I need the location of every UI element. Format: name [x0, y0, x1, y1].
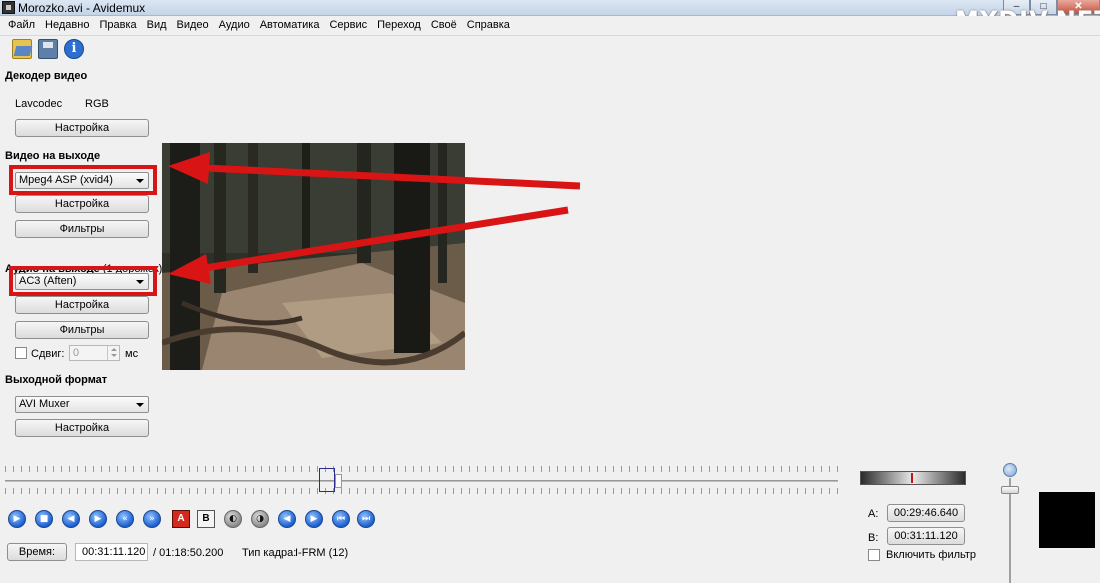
marker-a-button[interactable]: A	[172, 510, 190, 528]
prev-frame-icon: ◀	[67, 514, 75, 524]
current-time-field[interactable]: 00:31:11.120	[75, 543, 148, 561]
frame-type-value: I-FRM (12)	[295, 547, 349, 559]
arrow-audio-line	[204, 206, 569, 272]
prev-keyframe-icon: «	[122, 514, 128, 524]
goto-marker-b-icon: ▶	[310, 514, 318, 524]
timeline-track[interactable]	[5, 480, 838, 482]
goto-marker-a-icon: ◀	[283, 514, 291, 524]
arrow-video-head	[168, 152, 210, 184]
prev-cut-icon: ◐	[229, 514, 237, 524]
volume-slider-thumb[interactable]	[1001, 486, 1019, 494]
next-keyframe-button[interactable]: »	[143, 510, 161, 528]
jog-shuttle[interactable]	[860, 471, 966, 485]
next-cut-button[interactable]: ◑	[251, 510, 269, 528]
timeline-cursor[interactable]	[319, 468, 335, 492]
marker-b-label: B:	[868, 532, 879, 544]
next-frame-icon: ▶	[94, 514, 102, 524]
goto-marker-a-button[interactable]: ◀	[278, 510, 296, 528]
stop-button[interactable]: ■	[35, 510, 53, 528]
play-button[interactable]: ▶	[8, 510, 26, 528]
stop-icon: ■	[39, 514, 49, 524]
next-cut-icon: ◑	[256, 514, 264, 524]
total-time: / 01:18:50.200	[153, 547, 224, 559]
marker-b-button[interactable]: B	[197, 510, 215, 528]
prev-cut-button[interactable]: ◐	[224, 510, 242, 528]
timeline-ticks-bottom	[5, 488, 838, 494]
marker-a-time-button[interactable]: 00:29:46.640	[887, 504, 965, 522]
marker-b-icon: B	[202, 513, 210, 524]
last-frame-button[interactable]: ⏭	[357, 510, 375, 528]
arrow-video-line	[204, 164, 581, 190]
timeline-slider-handle[interactable]	[335, 474, 342, 488]
enable-filter-label: Включить фильтр	[886, 549, 977, 561]
next-frame-button[interactable]: ▶	[89, 510, 107, 528]
next-keyframe-icon: »	[149, 514, 155, 524]
prev-keyframe-button[interactable]: «	[116, 510, 134, 528]
time-button[interactable]: Время:	[7, 543, 67, 561]
marker-a-label: A:	[868, 508, 879, 520]
audio-meter-display	[1039, 492, 1095, 548]
arrow-audio-head	[168, 254, 211, 284]
marker-b-time-button[interactable]: 00:31:11.120	[887, 527, 965, 545]
marker-a-icon: A	[177, 513, 185, 524]
timeline-ticks-top	[5, 466, 838, 472]
play-icon: ▶	[13, 514, 21, 524]
volume-icon[interactable]	[1003, 463, 1017, 477]
first-frame-button[interactable]: ⏮	[332, 510, 350, 528]
last-frame-icon: ⏭	[361, 514, 371, 524]
enable-filter-checkbox[interactable]	[868, 549, 880, 561]
first-frame-icon: ⏮	[336, 514, 346, 524]
goto-marker-b-button[interactable]: ▶	[305, 510, 323, 528]
prev-frame-button[interactable]: ◀	[62, 510, 80, 528]
frame-type-label: Тип кадра:	[242, 547, 297, 559]
annotation-arrows	[168, 152, 581, 284]
